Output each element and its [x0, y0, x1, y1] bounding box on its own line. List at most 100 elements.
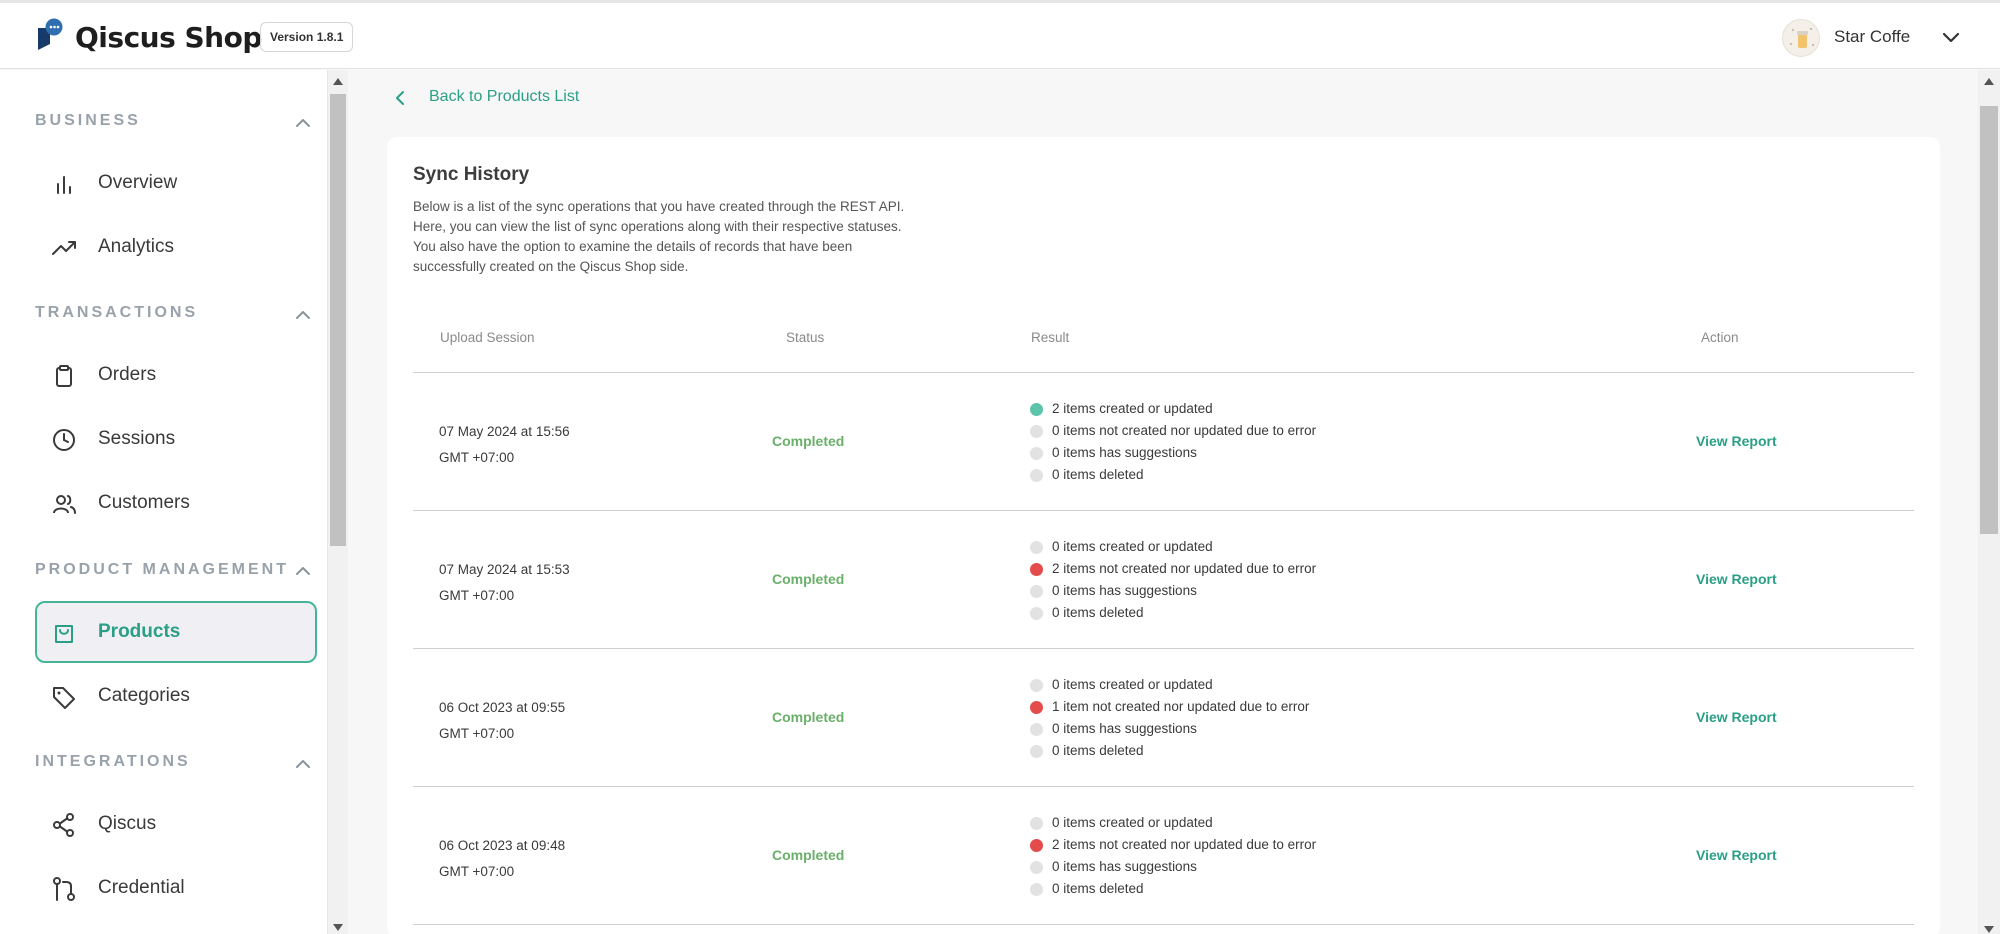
- view-report-link[interactable]: View Report: [1696, 433, 1777, 449]
- session-datetime: 07 May 2024 at 15:53: [439, 562, 570, 577]
- view-report-link[interactable]: View Report: [1696, 571, 1777, 587]
- status-badge: Completed: [772, 847, 845, 863]
- result-created: 0 items created or updated: [1030, 674, 1309, 696]
- result-created: 0 items created or updated: [1030, 812, 1316, 834]
- result-text: 0 items deleted: [1052, 743, 1144, 758]
- sidebar: BUSINESS Overview Analytics TRANSACTIONS…: [0, 70, 328, 934]
- sidebar-item-analytics[interactable]: Analytics: [35, 216, 317, 278]
- result-error: 2 items not created nor updated due to e…: [1030, 834, 1316, 856]
- store-name[interactable]: Star Coffe: [1834, 27, 1910, 47]
- app-header: Qiscus Shop Version 1.8.1 Star Coffe: [0, 3, 2000, 69]
- result-text: 2 items not created nor updated due to e…: [1052, 837, 1317, 852]
- sidebar-item-label: Analytics: [98, 236, 175, 257]
- chevron-up-icon[interactable]: [293, 561, 313, 581]
- status-dot: [1030, 745, 1043, 758]
- status-dot: [1030, 607, 1043, 620]
- status-dot: [1030, 679, 1043, 692]
- scroll-down-arrow-icon[interactable]: [333, 924, 343, 931]
- status-dot: [1030, 469, 1043, 482]
- section-title-transactions: TRANSACTIONS: [35, 304, 199, 321]
- sidebar-item-customers[interactable]: Customers: [35, 472, 317, 534]
- result-text: 0 items has suggestions: [1052, 583, 1197, 598]
- result-text: 0 items deleted: [1052, 467, 1144, 482]
- table-row: 06 Oct 2023 at 09:55 GMT +07:00 Complete…: [413, 649, 1914, 787]
- chevron-up-icon[interactable]: [293, 113, 313, 133]
- result-text: 2 items created or updated: [1052, 401, 1213, 416]
- trending-up-icon: [52, 241, 76, 255]
- column-header-upload-session: Upload Session: [440, 330, 535, 345]
- chevron-up-icon[interactable]: [293, 305, 313, 325]
- result-error: 1 item not created nor updated due to er…: [1030, 696, 1309, 718]
- description-line: You also have the option to examine the …: [413, 239, 853, 254]
- result-error: 2 items not created nor updated due to e…: [1030, 558, 1316, 580]
- result-error: 0 items not created nor updated due to e…: [1030, 420, 1316, 442]
- users-icon: [53, 495, 76, 514]
- result-text: 0 items not created nor updated due to e…: [1052, 423, 1317, 438]
- session-datetime: 07 May 2024 at 15:56: [439, 424, 570, 439]
- session-timezone: GMT +07:00: [439, 726, 515, 741]
- bar-chart-icon: [57, 176, 71, 194]
- status-badge: Completed: [772, 709, 845, 725]
- result-suggestions: 0 items has suggestions: [1030, 442, 1316, 464]
- result-suggestions: 0 items has suggestions: [1030, 580, 1316, 602]
- result-created: 0 items created or updated: [1030, 536, 1316, 558]
- sidebar-item-label: Orders: [98, 364, 157, 385]
- sidebar-item-sessions[interactable]: Sessions: [35, 408, 317, 470]
- upload-session-date: 06 Oct 2023 at 09:55 GMT +07:00: [439, 695, 565, 747]
- status-dot: [1030, 447, 1043, 460]
- result-text: 0 items created or updated: [1052, 815, 1213, 830]
- sidebar-item-credential[interactable]: Credential: [35, 857, 317, 919]
- upload-session-date: 06 Oct 2023 at 09:48 GMT +07:00: [439, 833, 565, 885]
- column-header-status: Status: [786, 330, 825, 345]
- sidebar-item-overview[interactable]: Overview: [35, 152, 317, 214]
- result-deleted: 0 items deleted: [1030, 464, 1316, 486]
- result-created: 2 items created or updated: [1030, 398, 1316, 420]
- status-dot: [1030, 585, 1043, 598]
- table-row: 07 May 2024 at 15:53 GMT +07:00 Complete…: [413, 511, 1914, 649]
- sidebar-item-categories[interactable]: Categories: [35, 665, 317, 727]
- session-datetime: 06 Oct 2023 at 09:48: [439, 838, 566, 853]
- sidebar-item-label: Credential: [98, 877, 185, 898]
- tag-icon: [53, 687, 75, 709]
- sidebar-item-label: Customers: [98, 492, 190, 513]
- result-text: 0 items has suggestions: [1052, 445, 1197, 460]
- upload-session-date: 07 May 2024 at 15:56 GMT +07:00: [439, 419, 570, 471]
- status-dot: [1030, 403, 1043, 416]
- chevron-up-icon[interactable]: [293, 754, 313, 774]
- qiscus-logo-icon: [38, 18, 63, 50]
- view-report-link[interactable]: View Report: [1696, 709, 1777, 725]
- main-scrollbar-thumb[interactable]: [1980, 106, 1998, 534]
- result-text: 2 items not created nor updated due to e…: [1052, 561, 1317, 576]
- scroll-up-arrow-icon[interactable]: [333, 78, 343, 85]
- section-title-product-management: PRODUCT MANAGEMENT: [35, 561, 289, 578]
- page-description: Below is a list of the sync operations t…: [413, 197, 973, 277]
- chevron-down-icon[interactable]: [1940, 27, 1962, 49]
- status-dot: [1030, 563, 1043, 576]
- column-header-action: Action: [1701, 330, 1739, 345]
- result-list: 0 items created or updated 2 items not c…: [1030, 812, 1316, 900]
- scroll-up-arrow-icon[interactable]: [1984, 78, 1994, 85]
- status-dot: [1030, 723, 1043, 736]
- status-dot: [1030, 839, 1043, 852]
- git-pull-request-icon: [53, 877, 75, 901]
- result-list: 2 items created or updated 0 items not c…: [1030, 398, 1316, 486]
- sidebar-item-qiscus[interactable]: Qiscus: [35, 793, 317, 855]
- store-avatar[interactable]: [1782, 19, 1820, 57]
- sidebar-item-products[interactable]: Products: [35, 601, 317, 663]
- clipboard-icon: [56, 365, 72, 387]
- upload-session-date: 07 May 2024 at 15:53 GMT +07:00: [439, 557, 570, 609]
- view-report-link[interactable]: View Report: [1696, 847, 1777, 863]
- sidebar-item-orders[interactable]: Orders: [35, 344, 317, 406]
- status-dot: [1030, 883, 1043, 896]
- sidebar-scrollbar-thumb[interactable]: [330, 94, 346, 546]
- share-icon: [53, 813, 74, 837]
- status-dot: [1030, 425, 1043, 438]
- shopping-bag-icon: [55, 625, 73, 643]
- scroll-down-arrow-icon[interactable]: [1984, 926, 1994, 933]
- result-text: 0 items deleted: [1052, 881, 1144, 896]
- section-title-business: BUSINESS: [35, 112, 141, 129]
- result-list: 0 items created or updated 1 item not cr…: [1030, 674, 1309, 762]
- description-line: Here, you can view the list of sync oper…: [413, 219, 902, 234]
- sidebar-item-label: Overview: [98, 172, 178, 193]
- column-header-result: Result: [1031, 330, 1070, 345]
